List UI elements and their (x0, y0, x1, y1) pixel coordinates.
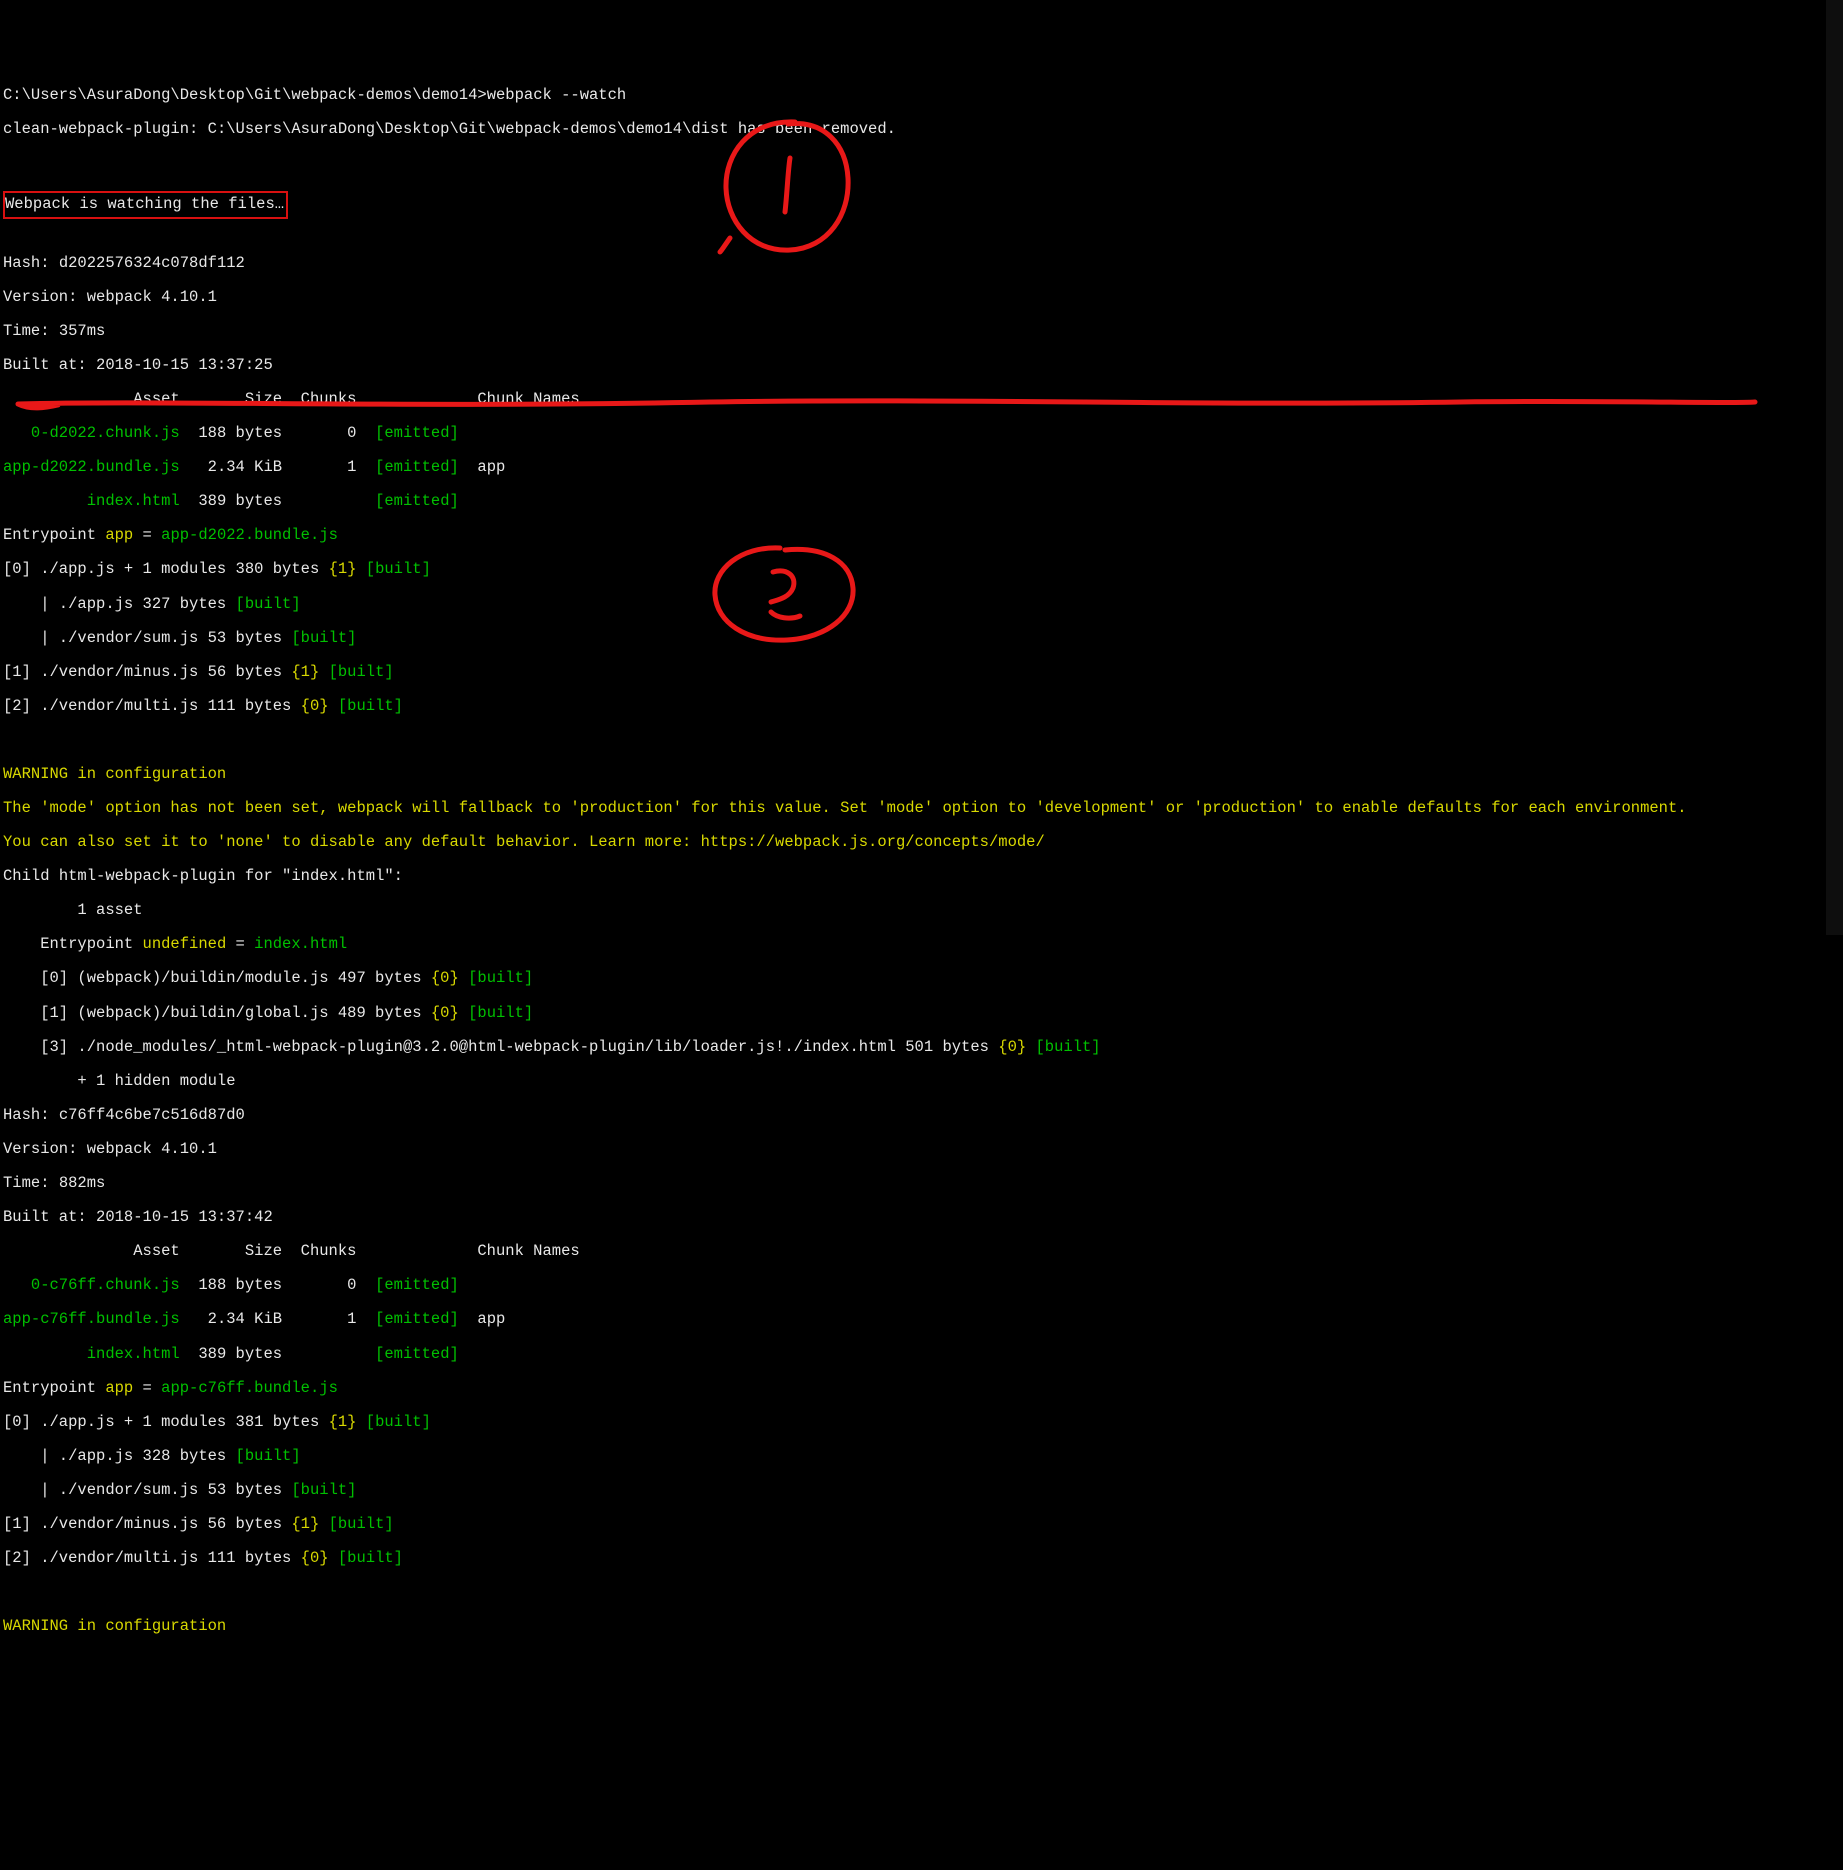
warning-title: WARNING in configuration (3, 766, 1840, 783)
module-row: [0] (webpack)/buildin/module.js 497 byte… (3, 970, 1840, 987)
clean-line: clean-webpack-plugin: C:\Users\AsuraDong… (3, 121, 1840, 138)
asset-row: app-d2022.bundle.js 2.34 KiB 1 [emitted]… (3, 459, 1840, 476)
scrollbar[interactable] (1826, 0, 1843, 935)
module-row: [0] ./app.js + 1 modules 381 bytes {1} [… (3, 1414, 1840, 1431)
module-row: [0] ./app.js + 1 modules 380 bytes {1} [… (3, 561, 1840, 578)
time-line: Time: 357ms (3, 323, 1840, 340)
asset-header: Asset Size Chunks Chunk Names (3, 391, 1840, 408)
built-line: Built at: 2018-10-15 13:37:42 (3, 1209, 1840, 1226)
module-row: [2] ./vendor/multi.js 111 bytes {0} [bui… (3, 698, 1840, 715)
child-line: Child html-webpack-plugin for "index.htm… (3, 868, 1840, 885)
version-line: Version: webpack 4.10.1 (3, 1141, 1840, 1158)
warning-text: You can also set it to 'none' to disable… (3, 834, 1840, 851)
module-row: [1] (webpack)/buildin/global.js 489 byte… (3, 1005, 1840, 1022)
asset-row: 0-c76ff.chunk.js 188 bytes 0 [emitted] (3, 1277, 1840, 1294)
module-row: | ./app.js 327 bytes [built] (3, 596, 1840, 613)
hash-line: Hash: c76ff4c6be7c516d87d0 (3, 1107, 1840, 1124)
module-row: [1] ./vendor/minus.js 56 bytes {1} [buil… (3, 664, 1840, 681)
module-row: | ./vendor/sum.js 53 bytes [built] (3, 1482, 1840, 1499)
module-row: | ./app.js 328 bytes [built] (3, 1448, 1840, 1465)
version-line: Version: webpack 4.10.1 (3, 289, 1840, 306)
asset-row: 0-d2022.chunk.js 188 bytes 0 [emitted] (3, 425, 1840, 442)
terminal-output[interactable]: C:\Users\AsuraDong\Desktop\Git\webpack-d… (3, 70, 1840, 1652)
module-row: | ./vendor/sum.js 53 bytes [built] (3, 630, 1840, 647)
asset-row: app-c76ff.bundle.js 2.34 KiB 1 [emitted]… (3, 1311, 1840, 1328)
warning-title: WARNING in configuration (3, 1618, 1840, 1635)
module-row: [1] ./vendor/minus.js 56 bytes {1} [buil… (3, 1516, 1840, 1533)
entrypoint-line: Entrypoint app = app-c76ff.bundle.js (3, 1380, 1840, 1397)
asset-row: index.html 389 bytes [emitted] (3, 1346, 1840, 1363)
child-asset: 1 asset (3, 902, 1840, 919)
prompt-line: C:\Users\AsuraDong\Desktop\Git\webpack-d… (3, 87, 1840, 104)
entrypoint-line: Entrypoint app = app-d2022.bundle.js (3, 527, 1840, 544)
child-entry: Entrypoint undefined = index.html (3, 936, 1840, 953)
warning-text: The 'mode' option has not been set, webp… (3, 800, 1840, 817)
time-line: Time: 882ms (3, 1175, 1840, 1192)
built-line: Built at: 2018-10-15 13:37:25 (3, 357, 1840, 374)
asset-header: Asset Size Chunks Chunk Names (3, 1243, 1840, 1260)
module-row: [3] ./node_modules/_html-webpack-plugin@… (3, 1039, 1840, 1056)
module-row: [2] ./vendor/multi.js 111 bytes {0} [bui… (3, 1550, 1840, 1567)
hash-line: Hash: d2022576324c078df112 (3, 255, 1840, 272)
hidden-module: + 1 hidden module (3, 1073, 1840, 1090)
asset-row: index.html 389 bytes [emitted] (3, 493, 1840, 510)
watching-box: Webpack is watching the files… (3, 191, 288, 218)
